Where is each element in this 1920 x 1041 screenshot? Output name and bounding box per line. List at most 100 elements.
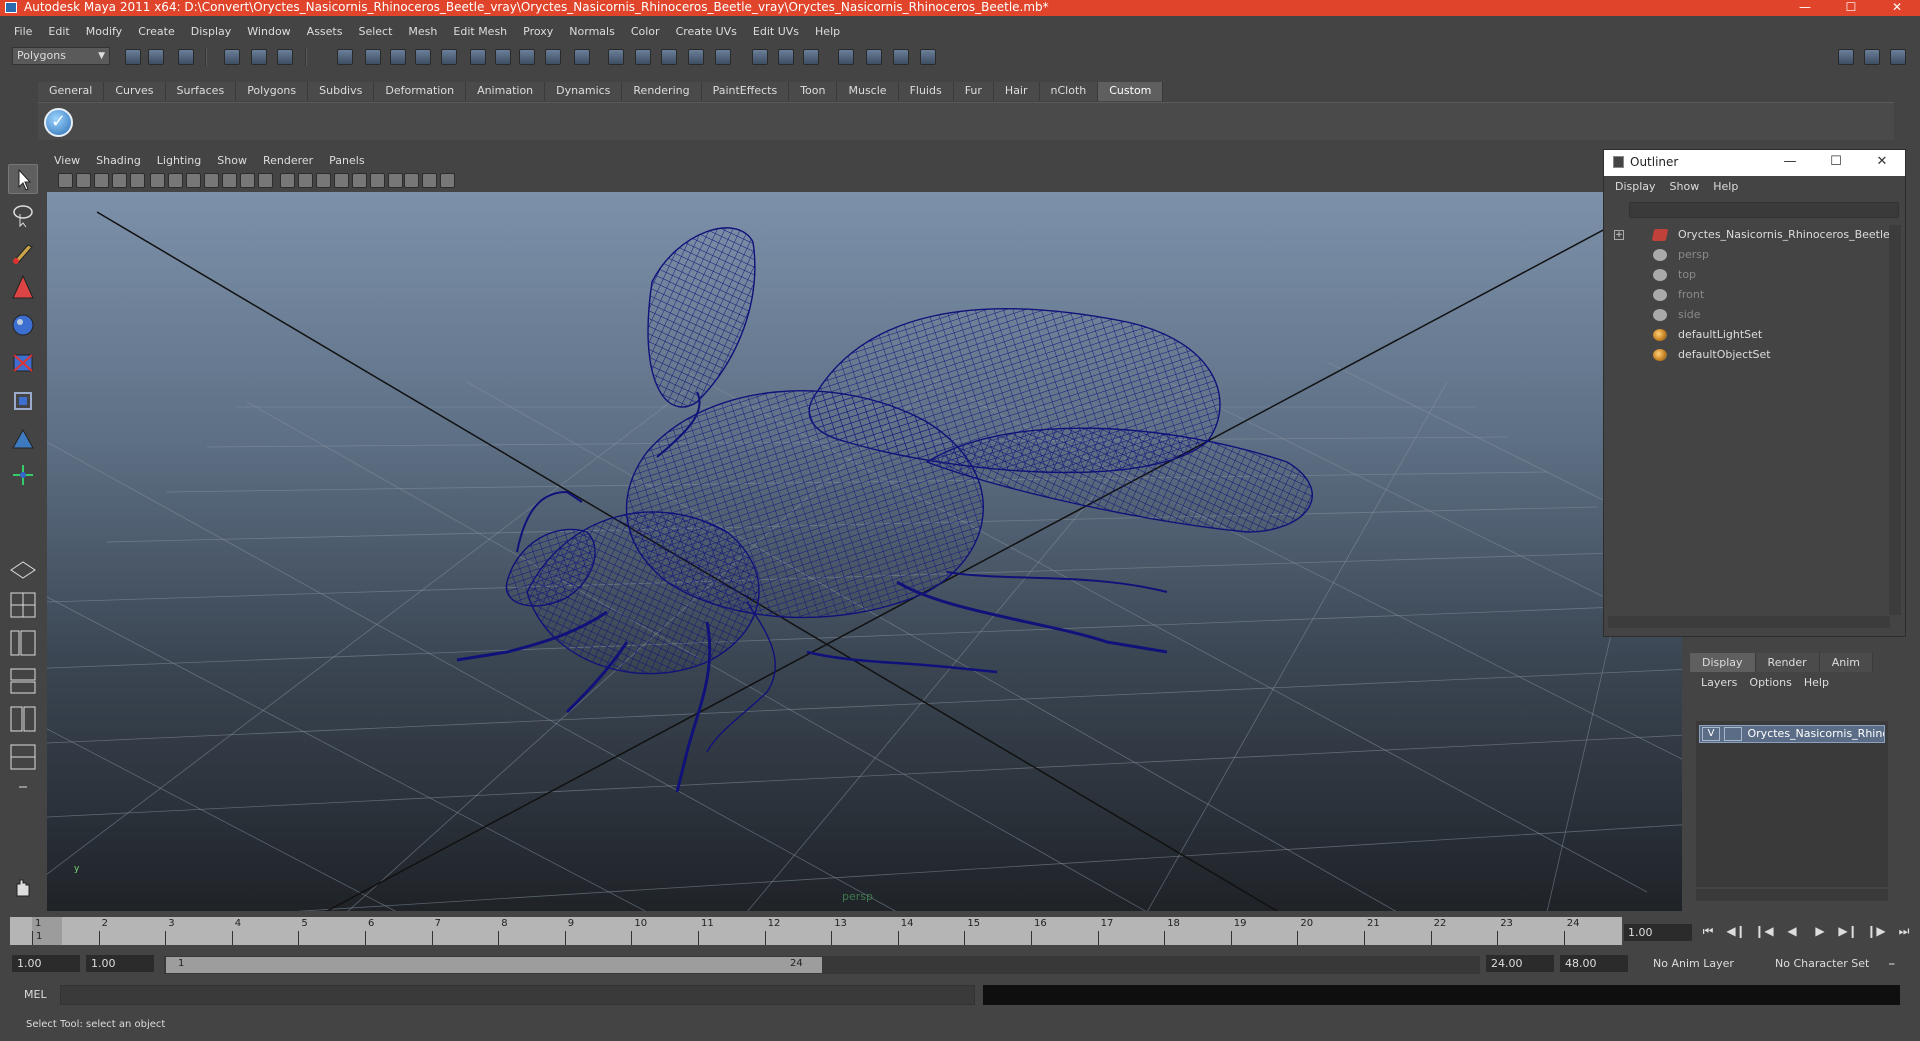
start-time-field[interactable]: 1.00 bbox=[12, 955, 80, 972]
layer-playback-toggle[interactable] bbox=[1724, 727, 1742, 741]
outliner-horizontal-scrollbar[interactable] bbox=[1608, 616, 1890, 628]
snap-surface-icon[interactable] bbox=[441, 49, 457, 65]
step-forward-icon[interactable]: ❙▶ bbox=[1865, 924, 1887, 942]
current-time-field[interactable]: 1.00 bbox=[1624, 924, 1692, 941]
outliner-item-top[interactable]: top bbox=[1608, 265, 1890, 285]
layer-menu-options[interactable]: Options bbox=[1743, 676, 1797, 689]
new-scene-icon[interactable] bbox=[125, 49, 141, 65]
perspective-viewport[interactable]: y persp bbox=[47, 192, 1682, 911]
save-scene-icon[interactable] bbox=[178, 49, 194, 65]
range-slider[interactable]: 1 24 bbox=[164, 956, 1480, 974]
layout-options-icon[interactable] bbox=[8, 772, 38, 802]
shelf-tab-custom[interactable]: Custom bbox=[1098, 82, 1164, 101]
open-scene-icon[interactable] bbox=[148, 49, 164, 65]
last-tool-icon[interactable] bbox=[8, 460, 38, 490]
menu-assets[interactable]: Assets bbox=[299, 25, 351, 38]
ipr-render-icon[interactable] bbox=[661, 49, 677, 65]
four-view-layout-icon[interactable] bbox=[8, 590, 38, 620]
time-slider[interactable]: 1 1 2 3 4 5 6 7 8 9 10 11 12 13 14 15 16 17 18 19 20 21 22 23 2… bbox=[10, 917, 1622, 945]
camera-attributes-icon[interactable] bbox=[76, 173, 91, 188]
xray-joints-icon[interactable] bbox=[440, 173, 455, 188]
layer-horizontal-scrollbar[interactable] bbox=[1696, 889, 1888, 901]
shelf-tab-dynamics[interactable]: Dynamics bbox=[545, 82, 623, 101]
display-render-icon[interactable] bbox=[752, 49, 768, 65]
grid-icon[interactable] bbox=[150, 173, 165, 188]
outliner-item-persp[interactable]: persp bbox=[1608, 245, 1890, 265]
textured-icon[interactable] bbox=[334, 173, 349, 188]
paint-select-tool-icon[interactable] bbox=[8, 237, 38, 267]
layer-tab-display[interactable]: Display bbox=[1690, 653, 1756, 672]
minimize-button[interactable]: — bbox=[1782, 0, 1828, 16]
move-tool-icon[interactable] bbox=[8, 310, 38, 340]
shelf-tab-general[interactable]: General bbox=[38, 82, 105, 101]
panel-layout-icon[interactable] bbox=[1838, 49, 1854, 65]
layer-menu-layers[interactable]: Layers bbox=[1695, 676, 1743, 689]
menu-select[interactable]: Select bbox=[350, 25, 400, 38]
lock-icon[interactable] bbox=[545, 49, 561, 65]
snap-vertex-icon[interactable] bbox=[470, 49, 486, 65]
step-back-key-icon[interactable]: ❙◀ bbox=[1753, 924, 1775, 942]
viewport-menu-panels[interactable]: Panels bbox=[321, 154, 372, 167]
menu-edit-mesh[interactable]: Edit Mesh bbox=[445, 25, 515, 38]
expand-plus-icon[interactable]: + bbox=[1614, 230, 1624, 240]
help-icon[interactable] bbox=[519, 49, 535, 65]
playback-end-field[interactable]: 24.00 bbox=[1486, 955, 1554, 972]
menu-proxy[interactable]: Proxy bbox=[515, 25, 561, 38]
shelf-options[interactable] bbox=[10, 82, 36, 140]
shelf-tab-toon[interactable]: Toon bbox=[789, 82, 838, 101]
outliner-maximize-button[interactable]: ☐ bbox=[1813, 150, 1859, 176]
select-object-icon[interactable] bbox=[251, 49, 267, 65]
viewport-menu-view[interactable]: View bbox=[46, 154, 88, 167]
wireframe-on-shaded-icon[interactable] bbox=[316, 173, 331, 188]
menu-edit[interactable]: Edit bbox=[40, 25, 77, 38]
menu-mesh[interactable]: Mesh bbox=[400, 25, 445, 38]
viewport-menu-shading[interactable]: Shading bbox=[88, 154, 149, 167]
go-to-end-icon[interactable]: ⏭ bbox=[1893, 924, 1915, 942]
snap-live-icon[interactable] bbox=[495, 49, 511, 65]
step-forward-key-icon[interactable]: ▶❙ bbox=[1837, 924, 1859, 942]
scale-tool-icon[interactable] bbox=[8, 386, 38, 416]
play-backward-icon[interactable]: ◀ bbox=[1781, 924, 1803, 942]
menu-modify[interactable]: Modify bbox=[78, 25, 130, 38]
shelf-tab-hair[interactable]: Hair bbox=[993, 82, 1040, 101]
outliner-menu-display[interactable]: Display bbox=[1608, 180, 1663, 193]
hypershade-icon[interactable] bbox=[715, 49, 731, 65]
rotate-tool-icon[interactable] bbox=[8, 348, 38, 378]
snap-point-icon[interactable] bbox=[390, 49, 406, 65]
layer-visibility-toggle[interactable]: V bbox=[1702, 727, 1720, 741]
select-hierarchy-icon[interactable] bbox=[224, 49, 240, 65]
viewport-menu-lighting[interactable]: Lighting bbox=[149, 154, 209, 167]
default-light-icon[interactable] bbox=[352, 173, 367, 188]
shelf-tab-animation[interactable]: Animation bbox=[466, 82, 546, 101]
shelf-tab-surfaces[interactable]: Surfaces bbox=[165, 82, 237, 101]
outliner-item-beetle[interactable]: + Oryctes_Nasicornis_Rhinoceros_Beetle bbox=[1608, 225, 1890, 245]
shelf-tab-fur[interactable]: Fur bbox=[953, 82, 994, 101]
smooth-shade-icon[interactable] bbox=[298, 173, 313, 188]
outliner-item-default-light-set[interactable]: defaultLightSet bbox=[1608, 325, 1890, 345]
layer-tab-render[interactable]: Render bbox=[1755, 653, 1820, 672]
lasso-tool-icon[interactable] bbox=[8, 200, 38, 230]
menu-display[interactable]: Display bbox=[183, 25, 240, 38]
shelf-tab-deformation[interactable]: Deformation bbox=[374, 82, 467, 101]
checkmark-icon[interactable]: ✓ bbox=[44, 108, 73, 137]
character-set-dropdown[interactable]: No Character Set bbox=[1770, 955, 1880, 972]
viewport-menu-show[interactable]: Show bbox=[209, 154, 255, 167]
all-lights-icon[interactable] bbox=[370, 173, 385, 188]
hypergraph-layout-icon[interactable] bbox=[8, 742, 38, 772]
shelf-tab-polygons[interactable]: Polygons bbox=[236, 82, 309, 101]
menu-normals[interactable]: Normals bbox=[561, 25, 623, 38]
single-perspective-layout-icon[interactable] bbox=[8, 552, 38, 582]
shelf-tab-painteffects[interactable]: PaintEffects bbox=[701, 82, 790, 101]
image-plane-icon[interactable] bbox=[112, 173, 127, 188]
step-back-icon[interactable]: ◀❙ bbox=[1725, 924, 1747, 942]
outliner-close-button[interactable]: ✕ bbox=[1859, 150, 1905, 176]
outliner-toggle-icon[interactable] bbox=[1864, 49, 1880, 65]
film-gate-icon[interactable] bbox=[168, 173, 183, 188]
manipulator-tool-icon[interactable] bbox=[8, 424, 38, 454]
render-icon[interactable] bbox=[635, 49, 651, 65]
hypershade-persp-layout-icon[interactable] bbox=[8, 704, 38, 734]
attribute-editor-icon[interactable] bbox=[803, 49, 819, 65]
outliner-persp-layout-icon[interactable] bbox=[8, 628, 38, 658]
menu-help[interactable]: Help bbox=[807, 25, 848, 38]
shelf-tab-subdivs[interactable]: Subdivs bbox=[308, 82, 375, 101]
